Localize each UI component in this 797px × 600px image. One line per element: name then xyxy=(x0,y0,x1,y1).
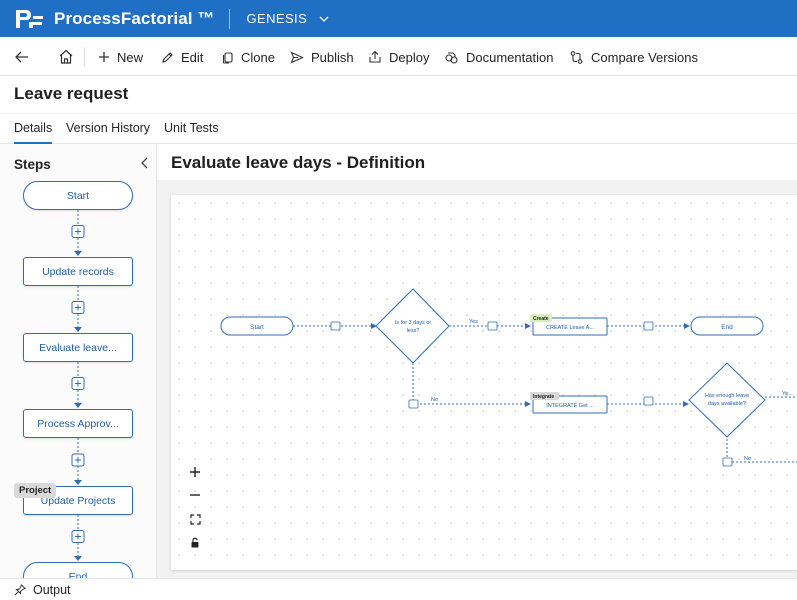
publish-button-label: Publish xyxy=(311,49,354,65)
pin-icon xyxy=(14,583,26,596)
pencil-icon xyxy=(162,51,173,63)
step-type-badge: Project xyxy=(14,483,57,498)
output-label: Output xyxy=(33,582,71,597)
step-connector-arrow xyxy=(74,327,82,332)
compare-versions-button-label: Compare Versions xyxy=(591,49,698,65)
tab-version-history[interactable]: Version History xyxy=(66,121,150,135)
clone-button-label: Clone xyxy=(241,49,275,65)
upload-icon xyxy=(369,50,381,63)
deploy-button-label: Deploy xyxy=(389,49,430,65)
canvas-end-label: End xyxy=(721,324,733,331)
step-connector-arrow xyxy=(74,556,82,561)
plus-icon xyxy=(190,467,200,477)
environment-selector[interactable]: GENESIS xyxy=(247,11,308,26)
edit-button[interactable]: Edit xyxy=(161,46,203,68)
step-connector-arrow xyxy=(74,251,82,256)
home-icon[interactable] xyxy=(57,47,75,65)
documentation-button-label: Documentation xyxy=(466,49,554,65)
step-update-records[interactable]: Update records xyxy=(23,257,133,286)
step-end[interactable]: End xyxy=(23,562,133,578)
documentation-button[interactable]: Documentation xyxy=(444,46,553,68)
output-panel-toggle[interactable]: Output xyxy=(0,578,797,600)
step-connector-arrow xyxy=(74,480,82,485)
canvas-decision-label-line2: less? xyxy=(407,328,420,334)
edge-label-yes-2: Ye... xyxy=(782,391,793,397)
processfactorial-logo-icon[interactable] xyxy=(14,7,44,31)
deploy-button[interactable]: Deploy xyxy=(368,46,429,68)
canvas-decision-label-line1: Is for 3 days or xyxy=(395,320,432,326)
edge-decision2-no xyxy=(726,435,797,463)
copy-icon xyxy=(222,51,233,64)
step-evaluate-leave[interactable]: Evaluate leave... xyxy=(23,333,133,362)
add-step-box[interactable] xyxy=(487,321,498,331)
top-bar-divider xyxy=(228,8,230,29)
command-toolbar: New Edit Clone Publish Deploy Documentat… xyxy=(0,37,797,76)
canvas-decision2-label-line2: days available? xyxy=(708,401,746,407)
send-icon xyxy=(290,50,304,64)
canvas-decision-node[interactable] xyxy=(375,288,450,364)
lock-icon xyxy=(191,537,199,547)
add-step-box[interactable] xyxy=(722,457,733,467)
detail-tabs: Details Version History Unit Tests xyxy=(0,113,797,144)
publish-button[interactable]: Publish xyxy=(290,46,354,68)
lock-control[interactable] xyxy=(186,533,204,551)
canvas-decision2-label-line1: Has enough leave xyxy=(705,393,749,399)
tab-unit-tests[interactable]: Unit Tests xyxy=(164,121,219,135)
canvas-area: Start Is for 3 days or less? Yes Create … xyxy=(157,180,797,578)
canvas-create-label: CREATE Leave A... xyxy=(546,325,594,331)
fit-view-control[interactable] xyxy=(186,510,204,528)
step-process-approval[interactable]: Process Approv... xyxy=(23,409,133,438)
create-tag-label: Create xyxy=(533,316,549,322)
edit-button-label: Edit xyxy=(181,49,204,65)
fit-view-icon xyxy=(189,513,201,525)
compare-versions-button[interactable]: Compare Versions xyxy=(569,46,698,68)
integrate-tag-label: Integrate xyxy=(533,394,554,400)
minus-icon xyxy=(190,494,200,496)
plus-icon xyxy=(99,52,109,62)
add-step-box[interactable] xyxy=(643,396,654,406)
canvas-title: Evaluate leave days - Definition xyxy=(171,153,426,172)
steps-panel: Steps Start Update records Evaluate leav… xyxy=(0,144,157,578)
add-step-box[interactable] xyxy=(408,399,419,409)
canvas-decision2-node[interactable] xyxy=(688,362,766,438)
canvas-integrate-label: INTEGRATE Get ... xyxy=(546,403,594,409)
canvas-start-label: Start xyxy=(250,324,264,331)
app-brand-name[interactable]: ProcessFactorial ™ xyxy=(54,9,215,29)
edge-label-no: No xyxy=(431,397,438,403)
compare-icon xyxy=(570,50,583,64)
chevron-down-icon[interactable] xyxy=(319,16,329,22)
arrow-left-icon[interactable] xyxy=(13,48,31,66)
step-connector-arrow xyxy=(74,403,82,408)
zoom-in-control[interactable] xyxy=(186,463,204,481)
flow-canvas[interactable]: Start Is for 3 days or less? Yes Create … xyxy=(171,195,797,570)
clone-button[interactable]: Clone xyxy=(221,46,275,68)
documentation-icon xyxy=(445,51,458,64)
toolbar-divider xyxy=(84,47,85,67)
new-button-label: New xyxy=(117,49,144,65)
tab-details[interactable]: Details xyxy=(14,121,53,144)
page-title: Leave request xyxy=(14,84,129,103)
new-button[interactable]: New xyxy=(98,46,143,68)
edge-label-yes: Yes xyxy=(469,319,478,325)
add-step-box[interactable] xyxy=(643,321,654,331)
top-bar: ProcessFactorial ™ GENESIS xyxy=(0,0,797,37)
edge-label-no-2: No xyxy=(744,456,751,462)
add-step-box[interactable] xyxy=(330,321,341,331)
zoom-out-control[interactable] xyxy=(186,486,204,504)
step-start[interactable]: Start xyxy=(23,181,133,210)
